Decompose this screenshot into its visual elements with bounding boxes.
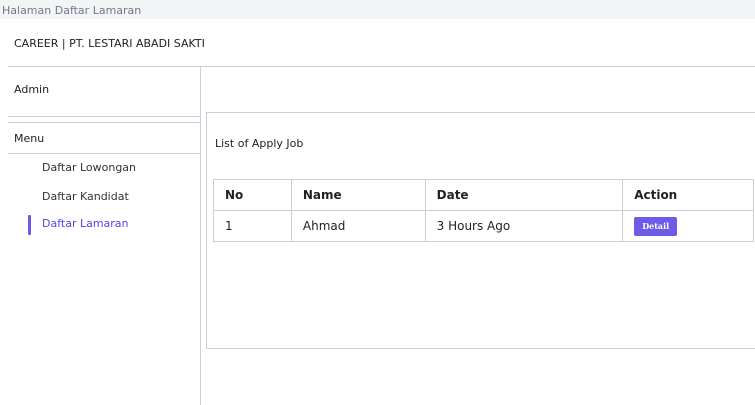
sidebar-item-daftar-lamaran[interactable]: Daftar Lamaran — [8, 213, 200, 237]
cell-name: Ahmad — [290, 210, 426, 242]
sidebar: Admin Menu Daftar Lowongan Daftar Kandid… — [8, 67, 201, 405]
user-name: Admin — [14, 83, 50, 96]
cell-action: Detail — [622, 210, 754, 242]
detail-button[interactable]: Detail — [634, 216, 678, 236]
cell-date: 3 Hours Ago — [424, 210, 624, 242]
content-card: List of Apply Job No Name Date Action 1 … — [206, 112, 755, 349]
cell-no: 1 — [213, 210, 292, 242]
page-title: List of Apply Job — [215, 137, 304, 150]
top-header: CAREER | PT. LESTARI ABADI SAKTI — [8, 19, 755, 67]
column-header-name: Name — [290, 179, 426, 211]
menu-label: Menu — [14, 132, 45, 145]
sidebar-user: Admin — [8, 67, 200, 117]
sidebar-item-label: Daftar Kandidat — [42, 190, 129, 203]
sidebar-item-label: Daftar Lamaran — [42, 217, 129, 230]
menu-header: Menu — [8, 122, 200, 154]
table-row: 1 Ahmad 3 Hours Ago Detail — [213, 210, 754, 242]
active-indicator — [28, 215, 31, 235]
sidebar-item-daftar-lowongan[interactable]: Daftar Lowongan — [8, 157, 200, 181]
table-header-row: No Name Date Action — [213, 179, 754, 211]
sidebar-item-daftar-kandidat[interactable]: Daftar Kandidat — [8, 186, 200, 210]
apply-job-table: No Name Date Action 1 Ahmad 3 Hours Ago … — [213, 179, 754, 242]
column-header-date: Date — [424, 179, 624, 211]
sidebar-item-label: Daftar Lowongan — [42, 161, 137, 174]
brand-title: CAREER | PT. LESTARI ABADI SAKTI — [14, 37, 205, 50]
column-header-no: No — [213, 179, 292, 211]
window-title: Halaman Daftar Lamaran — [0, 0, 755, 19]
column-header-action: Action — [622, 179, 754, 211]
